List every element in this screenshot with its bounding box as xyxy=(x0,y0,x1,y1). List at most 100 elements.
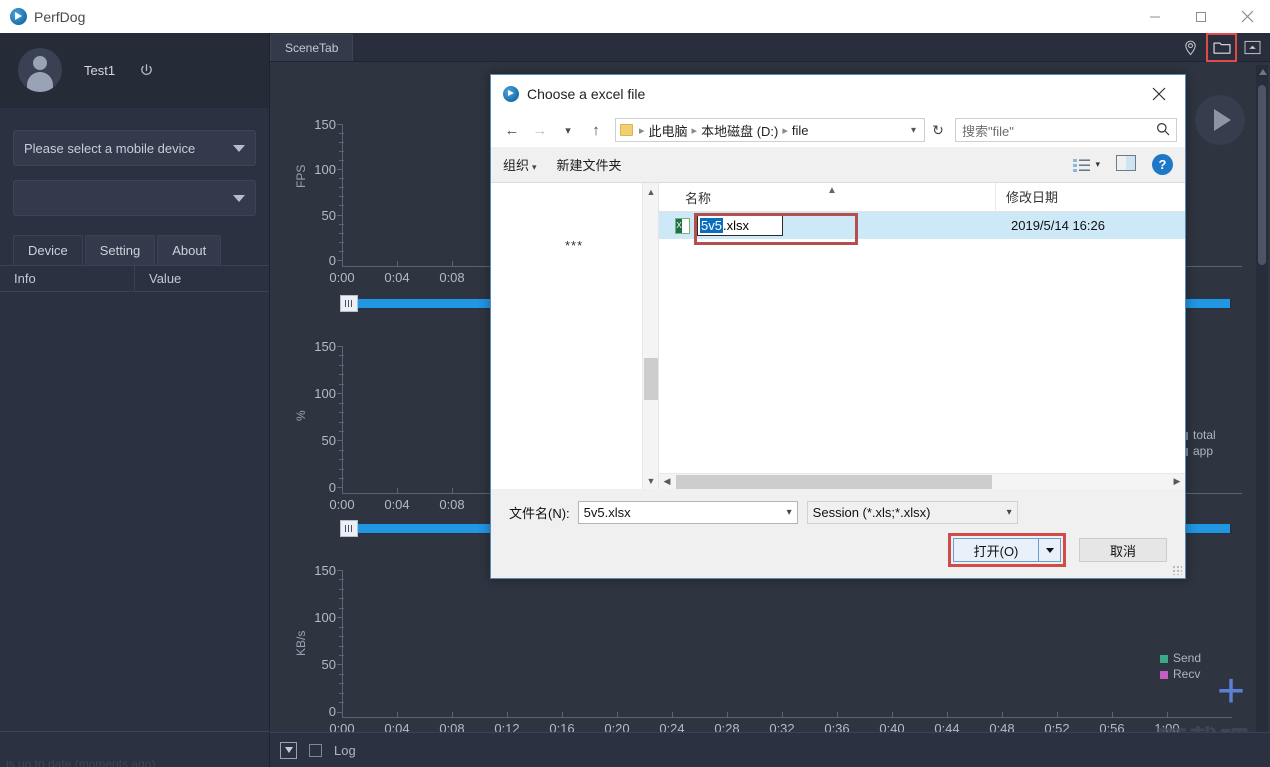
filename-input[interactable]: 5v5.xlsx ▾ xyxy=(578,501,798,524)
preview-pane-icon[interactable] xyxy=(1116,155,1136,174)
log-label: Log xyxy=(334,743,356,758)
help-icon[interactable]: ? xyxy=(1152,154,1173,175)
dialog-title: Choose a excel file xyxy=(527,86,645,102)
dialog-command-row: 组织▾ 新建文件夹 ▾ ? xyxy=(491,147,1185,183)
scroll-up-icon[interactable]: ▲ xyxy=(643,183,659,200)
chart-fps-xtick: 0:08 xyxy=(432,270,472,285)
scrollbar-thumb[interactable] xyxy=(644,358,658,400)
open-button-highlight: 打开(O) xyxy=(948,533,1066,567)
collapse-up-icon[interactable] xyxy=(1239,35,1266,60)
chart-network-xaxis xyxy=(342,717,1232,718)
view-list-icon[interactable]: ▾ xyxy=(1073,158,1100,172)
chevron-down-icon[interactable]: ▾ xyxy=(911,125,920,136)
breadcrumb-item-1[interactable]: 本地磁盘 (D:) xyxy=(701,121,778,140)
search-icon xyxy=(1156,122,1170,139)
column-header-date[interactable]: 修改日期 xyxy=(995,183,1185,212)
forward-button[interactable]: → xyxy=(527,117,553,143)
chart-network-ylabel: KB/s xyxy=(294,631,308,656)
dialog-body: *** ▲ ▼ 名称 ▲ 修改日期 5v5.xlsx 2019/5/14 16:… xyxy=(491,183,1185,489)
filetype-value: Session (*.xls;*.xlsx) xyxy=(813,505,931,520)
scroll-right-icon[interactable]: ▶ xyxy=(1169,474,1185,490)
chevron-down-icon xyxy=(233,195,245,202)
breadcrumb-item-0[interactable]: 此电脑 xyxy=(649,121,688,140)
chart-fps-ytick: 100 xyxy=(306,162,336,177)
chart-fps-yaxis xyxy=(342,124,343,266)
filename-label: 文件名(N): xyxy=(509,503,570,522)
log-collapse-button[interactable] xyxy=(280,742,297,759)
rename-extension: .xlsx xyxy=(723,218,749,233)
add-chart-button[interactable]: + xyxy=(1217,672,1245,712)
chevron-down-icon: ▾ xyxy=(532,162,537,172)
folder-icon xyxy=(620,124,633,136)
file-modified-date: 2019/5/14 16:26 xyxy=(1011,218,1105,233)
dialog-close-button[interactable] xyxy=(1139,76,1179,112)
breadcrumb-sep: ▸ xyxy=(639,124,645,137)
breadcrumb[interactable]: ▸ 此电脑 ▸ 本地磁盘 (D:) ▸ file ▾ xyxy=(615,118,925,142)
close-button[interactable] xyxy=(1224,0,1270,33)
app-title: PerfDog xyxy=(34,9,85,25)
organize-button[interactable]: 组织▾ xyxy=(503,155,537,174)
filename-row: 文件名(N): 5v5.xlsx ▾ Session (*.xls;*.xlsx… xyxy=(509,501,1167,524)
rename-selected-text: 5v5 xyxy=(700,218,723,233)
open-folder-icon[interactable] xyxy=(1208,35,1235,60)
dialog-address-row: ← → ▾ ↑ ▸ 此电脑 ▸ 本地磁盘 (D:) ▸ file ▾ ↻ 搜索"… xyxy=(491,113,1185,147)
scroll-left-icon[interactable]: ◀ xyxy=(659,474,675,490)
filetype-select[interactable]: Session (*.xls;*.xlsx) ▾ xyxy=(807,501,1018,524)
file-list-hscrollbar[interactable]: ◀ ▶ xyxy=(659,473,1185,489)
chart-cpu-ytick: 150 xyxy=(306,339,336,354)
status-text: is up to date (moments ago) xyxy=(6,757,155,767)
new-folder-button[interactable]: 新建文件夹 xyxy=(557,155,622,174)
recent-locations-button[interactable]: ▾ xyxy=(555,117,581,143)
chart-cpu-ytick: 0 xyxy=(306,480,336,495)
sort-ascending-icon: ▲ xyxy=(827,185,837,196)
scroll-up-icon[interactable] xyxy=(1259,69,1267,75)
location-icon[interactable] xyxy=(1177,35,1204,60)
rename-input[interactable]: 5v5.xlsx xyxy=(697,215,783,236)
avatar xyxy=(18,48,62,92)
tab-setting[interactable]: Setting xyxy=(85,235,155,265)
dialog-title-bar: Choose a excel file xyxy=(491,75,1185,113)
chart-cpu-xtick: 0:08 xyxy=(432,497,472,512)
device-select-value: Please select a mobile device xyxy=(24,141,195,156)
chart-cpu-xtick: 0:00 xyxy=(322,497,362,512)
chevron-down-icon[interactable]: ▾ xyxy=(787,507,792,518)
up-button[interactable]: ↑ xyxy=(583,117,609,143)
chevron-down-icon[interactable]: ▾ xyxy=(1007,507,1012,518)
navigation-pane: *** ▲ ▼ xyxy=(491,183,659,489)
back-button[interactable]: ← xyxy=(499,117,525,143)
dialog-app-icon xyxy=(503,86,519,102)
minimize-button[interactable] xyxy=(1132,0,1178,33)
open-dropdown-button[interactable] xyxy=(1039,538,1061,562)
scrollbar-thumb[interactable] xyxy=(1258,85,1266,265)
log-checkbox[interactable] xyxy=(309,744,322,757)
dialog-footer: 文件名(N): 5v5.xlsx ▾ Session (*.xls;*.xlsx… xyxy=(491,489,1185,567)
scrollbar-thumb[interactable] xyxy=(676,475,992,489)
cancel-button[interactable]: 取消 xyxy=(1079,538,1167,562)
play-button[interactable] xyxy=(1195,95,1245,145)
device-select[interactable]: Please select a mobile device xyxy=(13,130,256,166)
tab-scenetab[interactable]: SceneTab xyxy=(270,34,353,61)
maximize-button[interactable] xyxy=(1178,0,1224,33)
open-button[interactable]: 打开(O) xyxy=(953,538,1039,562)
chart-fps-xtick: 0:04 xyxy=(377,270,417,285)
column-value: Value xyxy=(135,265,181,292)
main-vertical-scrollbar[interactable] xyxy=(1256,65,1268,745)
dialog-resize-grip[interactable] xyxy=(1172,565,1182,575)
chart-network-legend-send: Send xyxy=(1160,651,1201,665)
chart-fps-ytick: 0 xyxy=(306,253,336,268)
scroll-down-icon[interactable]: ▼ xyxy=(643,472,659,489)
chart-cpu-ytick: 100 xyxy=(306,386,336,401)
table-row[interactable]: 5v5.xlsx 2019/5/14 16:26 xyxy=(659,212,1185,239)
search-input[interactable]: 搜索"file" xyxy=(955,118,1177,142)
process-select[interactable] xyxy=(13,180,256,216)
breadcrumb-item-2[interactable]: file xyxy=(792,123,809,138)
chart-cpu-ylabel: % xyxy=(294,410,308,421)
app-logo-wrap: PerfDog xyxy=(0,8,85,25)
tab-about[interactable]: About xyxy=(157,235,221,265)
tab-device[interactable]: Device xyxy=(13,235,83,265)
nav-pane-scrollbar[interactable]: ▲ ▼ xyxy=(642,183,658,489)
chart-network-ytick: 150 xyxy=(306,563,336,578)
play-icon xyxy=(1214,109,1231,131)
power-icon[interactable] xyxy=(139,63,154,78)
refresh-button[interactable]: ↻ xyxy=(927,118,949,142)
